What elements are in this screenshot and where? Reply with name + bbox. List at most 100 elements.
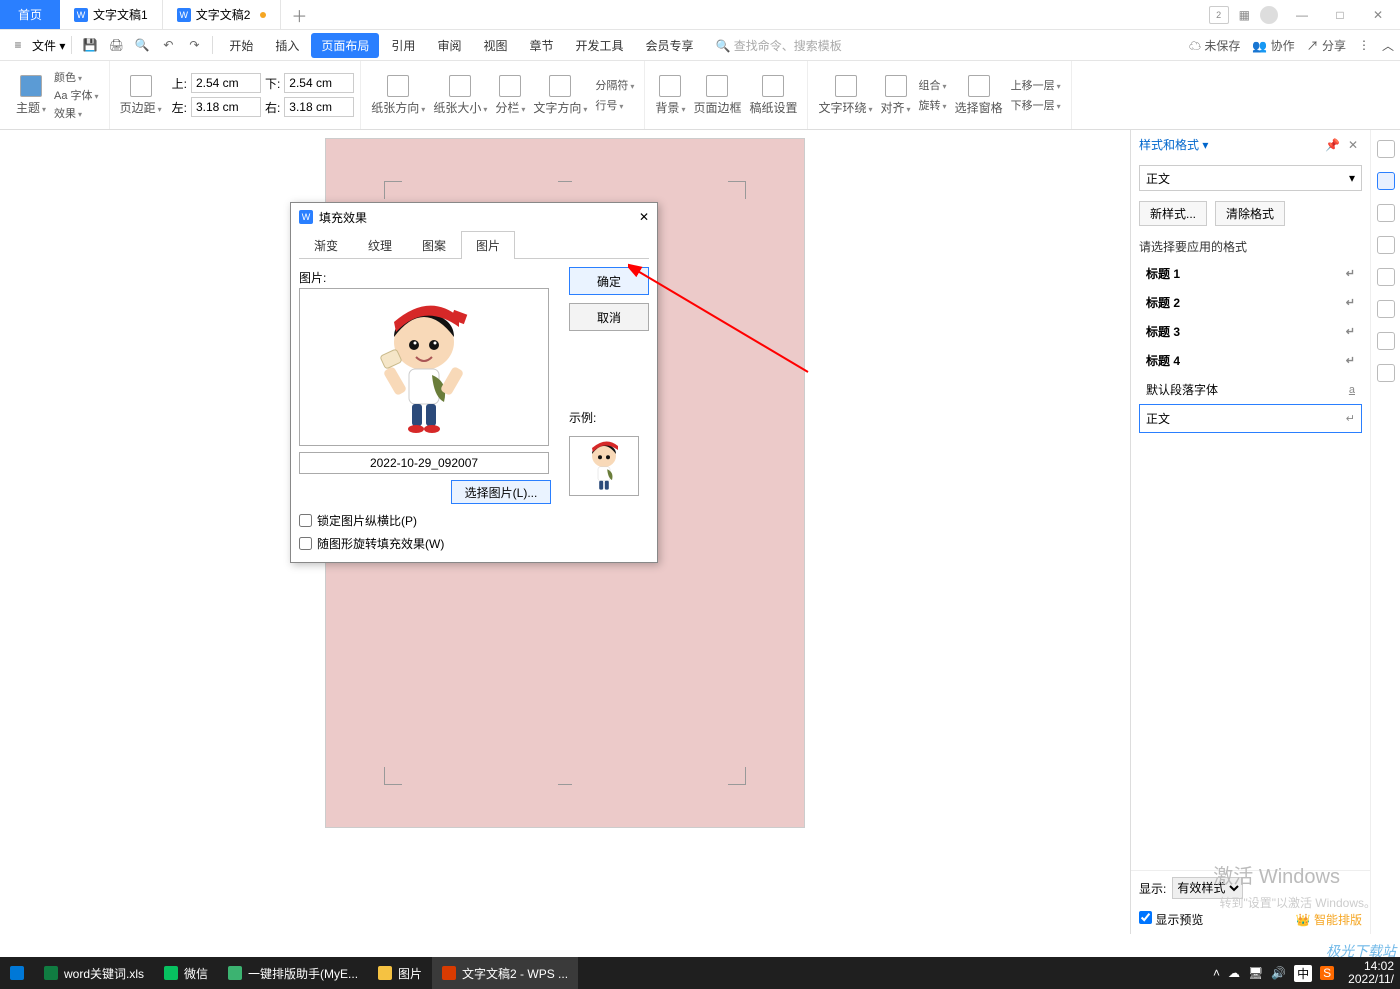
group[interactable]: 组合 (919, 77, 947, 93)
selection-pane[interactable]: 选择窗格 (951, 75, 1007, 116)
apps-icon[interactable]: ▦ (1239, 8, 1250, 22)
avatar-icon[interactable] (1260, 6, 1278, 24)
tab-home[interactable]: 首页 (0, 0, 60, 29)
style-heading1[interactable]: 标题 1↵ (1139, 259, 1362, 288)
dialog-tab-picture[interactable]: 图片 (461, 231, 515, 259)
tab-doc1[interactable]: W文字文稿1 (60, 0, 163, 29)
file-menu[interactable]: 文件 ▾ (32, 37, 65, 54)
more-icon[interactable]: ⋮ (1358, 38, 1370, 52)
dialog-close-icon[interactable]: ✕ (639, 210, 649, 224)
style-body[interactable]: 正文↵ (1139, 404, 1362, 433)
tray-chevron-icon[interactable]: ˄ (1213, 966, 1220, 980)
send-backward[interactable]: 下移一层 (1011, 97, 1061, 113)
save-icon[interactable]: 💾 (78, 33, 102, 57)
taskbar-item-layout[interactable]: 一键排版助手(MyE... (218, 957, 368, 989)
theme-effect[interactable]: 效果 (54, 105, 99, 121)
undo-icon[interactable]: ↶ (156, 33, 180, 57)
columns[interactable]: 分栏 (491, 75, 529, 116)
collapse-ribbon-icon[interactable]: ︿ (1382, 37, 1394, 54)
dialog-tab-pattern[interactable]: 图案 (407, 231, 461, 259)
current-style-select[interactable]: 正文▾ (1139, 165, 1362, 191)
dialog-tab-texture[interactable]: 纹理 (353, 231, 407, 259)
style-heading3[interactable]: 标题 3↵ (1139, 317, 1362, 346)
ribbon-tab-section[interactable]: 章节 (519, 33, 563, 58)
dialog-cancel-button[interactable]: 取消 (569, 303, 649, 331)
bring-forward[interactable]: 上移一层 (1011, 77, 1061, 93)
theme-color[interactable]: 颜色 (54, 69, 99, 85)
select-picture-button[interactable]: 选择图片(L)... (451, 480, 551, 504)
ribbon-tab-review[interactable]: 审阅 (427, 33, 471, 58)
side-tool-6[interactable] (1377, 300, 1395, 318)
theme-font[interactable]: Aa 字体 (54, 87, 99, 103)
margins-button[interactable]: 页边距 (116, 75, 166, 116)
side-tool-5[interactable] (1377, 268, 1395, 286)
tray-network-icon[interactable]: 🖥 (1248, 966, 1263, 980)
breaks[interactable]: 分隔符 (595, 77, 634, 93)
ribbon-tab-layout[interactable]: 页面布局 (311, 33, 379, 58)
new-style-button[interactable]: 新样式... (1139, 201, 1207, 226)
ribbon-tab-view[interactable]: 视图 (473, 33, 517, 58)
system-tray[interactable]: ˄ ☁ 🖥 🔊 中 S (1205, 965, 1342, 982)
ribbon-tab-vip[interactable]: 会员专享 (636, 33, 704, 58)
taskbar-item-wechat[interactable]: 微信 (154, 957, 218, 989)
style-default-font[interactable]: 默认段落字体a (1139, 375, 1362, 404)
coop-button[interactable]: 👥 协作 (1252, 37, 1294, 54)
style-heading2[interactable]: 标题 2↵ (1139, 288, 1362, 317)
ribbon-tab-devtools[interactable]: 开发工具 (565, 33, 633, 58)
line-numbers[interactable]: 行号 (595, 97, 634, 113)
window-minimize-button[interactable]: — (1288, 1, 1316, 29)
ime-indicator[interactable]: 中 (1294, 965, 1312, 982)
taskbar-clock[interactable]: 14:02 2022/11/ (1342, 960, 1400, 986)
show-preview-checkbox[interactable]: 显示预览 (1139, 911, 1203, 928)
unsaved-status[interactable]: ☁ 未保存 (1189, 37, 1240, 54)
paper-size[interactable]: 纸张大小 (429, 75, 491, 116)
redo-icon[interactable]: ↷ (182, 33, 206, 57)
rotate-fill-checkbox[interactable]: 随图形旋转填充效果(W) (299, 535, 649, 552)
dialog-tab-gradient[interactable]: 渐变 (299, 231, 353, 259)
smart-layout-link[interactable]: 👑 智能排版 (1296, 911, 1362, 928)
command-search[interactable]: 🔍 查找命令、搜索模板 (716, 37, 842, 54)
tray-sogou-icon[interactable]: S (1320, 966, 1334, 980)
share-button[interactable]: ↗ 分享 (1307, 37, 1346, 54)
print-icon[interactable]: 🖨 (104, 33, 128, 57)
margin-left-input[interactable] (191, 97, 261, 117)
tray-volume-icon[interactable]: 🔊 (1271, 966, 1286, 980)
taskbar-item-excel[interactable]: word关键词.xls (34, 957, 154, 989)
side-tool-7[interactable] (1377, 332, 1395, 350)
manuscript[interactable]: 稿纸设置 (745, 75, 801, 116)
side-tool-2[interactable] (1377, 172, 1395, 190)
ribbon-tab-insert[interactable]: 插入 (265, 33, 309, 58)
paper-direction[interactable]: 纸张方向 (367, 75, 429, 116)
print-preview-icon[interactable]: 🔍 (130, 33, 154, 57)
tab-doc2[interactable]: W文字文稿2 (163, 0, 282, 29)
window-maximize-button[interactable]: □ (1326, 1, 1354, 29)
side-tool-1[interactable] (1377, 140, 1395, 158)
align[interactable]: 对齐 (877, 75, 915, 116)
theme-button[interactable]: 主题 (12, 75, 50, 116)
side-tool-3[interactable] (1377, 204, 1395, 222)
window-close-button[interactable]: ✕ (1364, 1, 1392, 29)
dialog-ok-button[interactable]: 确定 (569, 267, 649, 295)
background[interactable]: 背景 (651, 75, 689, 116)
rotate[interactable]: 旋转 (919, 97, 947, 113)
side-tool-8[interactable] (1377, 364, 1395, 382)
taskbar-item-wps[interactable]: 文字文稿2 - WPS ... (432, 957, 578, 989)
start-button[interactable] (0, 957, 34, 989)
taskbar-item-pictures[interactable]: 图片 (368, 957, 432, 989)
ribbon-tab-refs[interactable]: 引用 (381, 33, 425, 58)
tray-onedrive-icon[interactable]: ☁ (1228, 966, 1240, 980)
text-wrap[interactable]: 文字环绕 (814, 75, 876, 116)
style-heading4[interactable]: 标题 4↵ (1139, 346, 1362, 375)
page-border[interactable]: 页面边框 (689, 75, 745, 116)
clear-format-button[interactable]: 清除格式 (1215, 201, 1285, 226)
pin-icon[interactable]: 📌 (1321, 138, 1344, 152)
panel-close-icon[interactable]: ✕ (1344, 138, 1362, 152)
ribbon-tab-start[interactable]: 开始 (219, 33, 263, 58)
margin-right-input[interactable] (284, 97, 354, 117)
text-direction[interactable]: 文字方向 (529, 75, 591, 116)
margin-top-input[interactable] (191, 73, 261, 93)
side-tool-4[interactable] (1377, 236, 1395, 254)
badge-icon[interactable]: 2 (1209, 6, 1229, 24)
tab-add-button[interactable]: ＋ (281, 0, 317, 29)
menu-icon[interactable]: ≡ (6, 33, 30, 57)
